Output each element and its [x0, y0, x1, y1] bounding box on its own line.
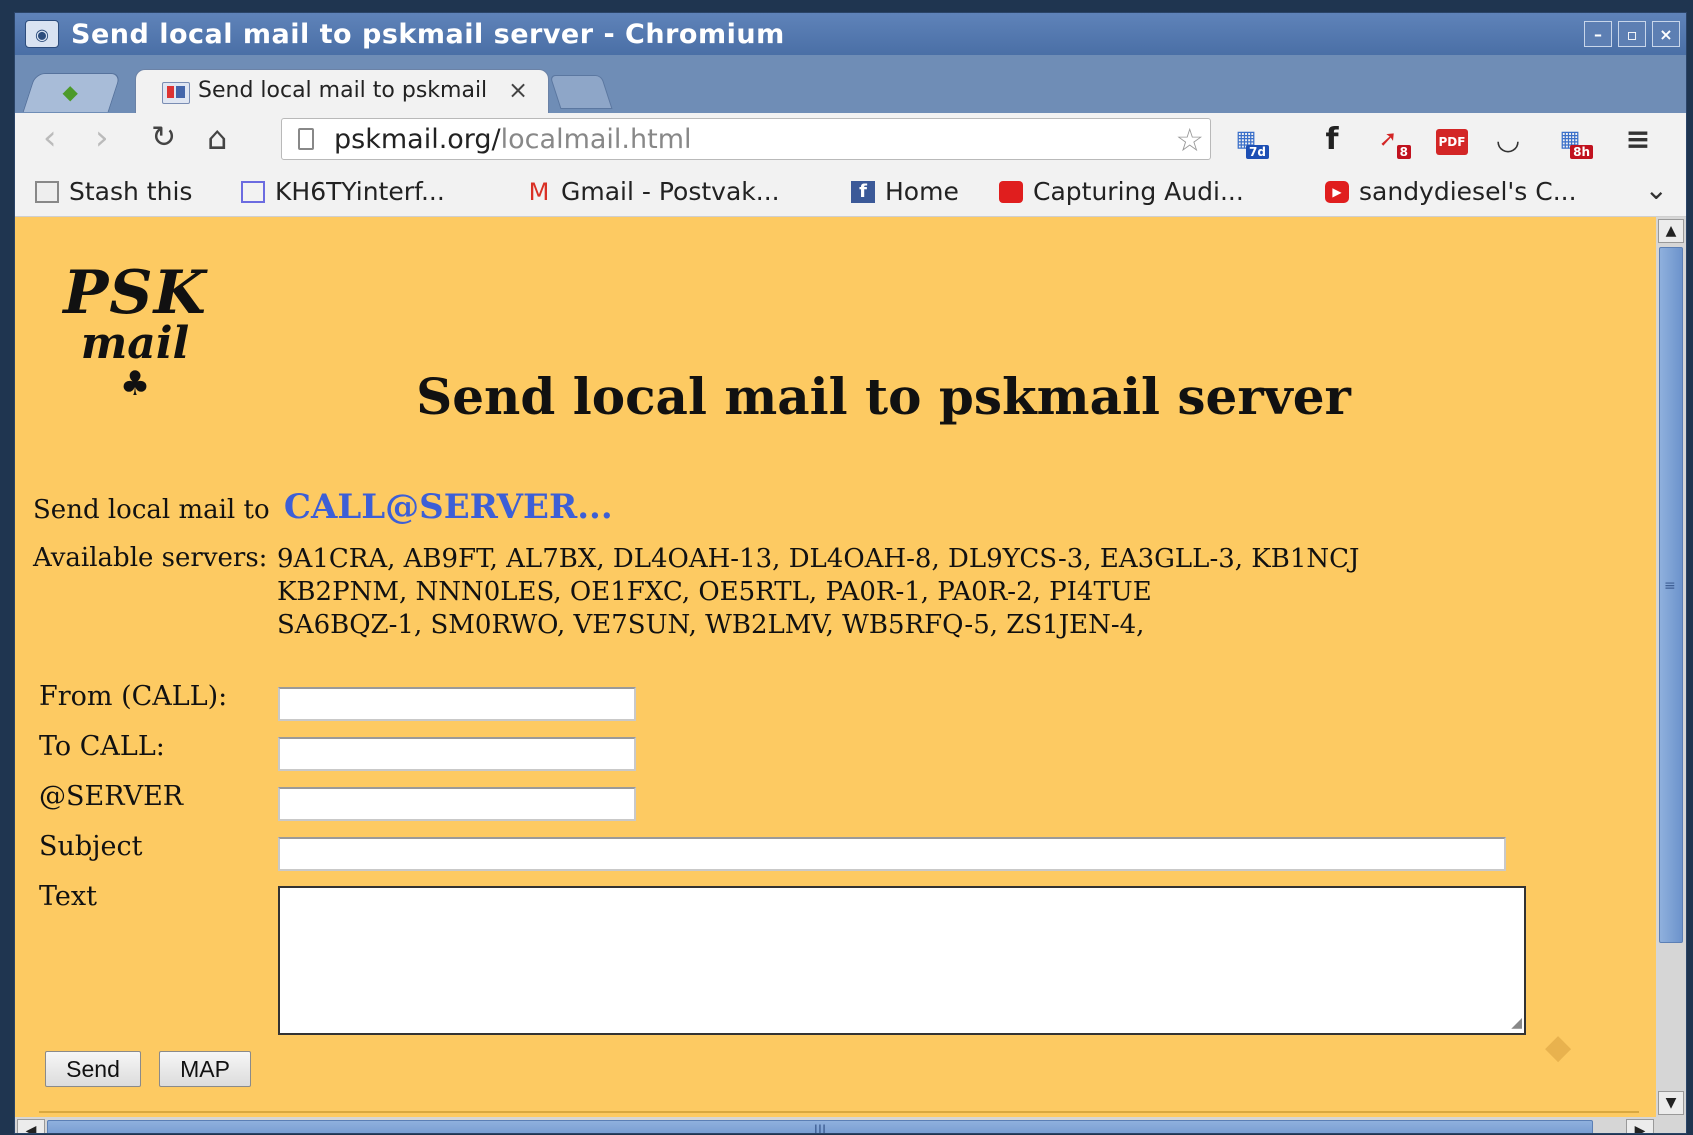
- bookmark-star-icon[interactable]: ☆: [1175, 121, 1204, 159]
- tab-pinned[interactable]: ◆: [22, 73, 122, 112]
- calendar-ext-icon-2[interactable]: ▦ 8h: [1551, 121, 1593, 159]
- youtube-icon: ▶: [1325, 180, 1349, 203]
- page-title: Send local mail to pskmail server: [416, 367, 1351, 426]
- window-title: Send local mail to pskmail server - Chro…: [71, 18, 785, 50]
- divider: [39, 1111, 1639, 1113]
- send-to-line: Send local mail to CALL@SERVER...: [33, 487, 613, 527]
- calendar-ext-icon[interactable]: ▦ 7d: [1227, 121, 1269, 159]
- facebook-small-icon: f: [851, 180, 875, 203]
- gmail-icon: M: [528, 177, 550, 206]
- bookmark-home[interactable]: f Home: [851, 177, 959, 206]
- scroll-right-icon[interactable]: ▶: [1626, 1119, 1654, 1133]
- message-textarea[interactable]: ◢: [278, 886, 1526, 1035]
- close-window-button[interactable]: ×: [1652, 21, 1680, 47]
- tab-close-icon[interactable]: ×: [508, 76, 528, 104]
- servers-line: SA6BQZ-1, SM0RWO, VE7SUN, WB2LMV, WB5RFQ…: [277, 610, 1145, 640]
- vertical-scrollbar[interactable]: ▲ ≡ ▼: [1656, 217, 1686, 1117]
- page-info-icon[interactable]: [298, 128, 314, 150]
- to-call-input[interactable]: [278, 737, 636, 771]
- tab-label: Send local mail to pskmail: [198, 78, 488, 103]
- scroll-up-icon[interactable]: ▲: [1658, 219, 1684, 243]
- subject-input[interactable]: [278, 837, 1506, 871]
- text-label: Text: [39, 881, 97, 912]
- horizontal-scrollbar[interactable]: ◀ III ▶: [15, 1117, 1656, 1133]
- address-bar[interactable]: pskmail.org/localmail.html ☆: [281, 118, 1211, 160]
- servers-list: 9A1CRA, AB9FT, AL7BX, DL4OAH-13, DL4OAH-…: [277, 543, 1359, 642]
- bookmark-gmail[interactable]: M Gmail - Postvak...: [527, 177, 780, 206]
- bookmarks-overflow-chevron-icon[interactable]: ⌄: [1645, 173, 1668, 206]
- chromium-app-icon: ◉: [25, 20, 59, 48]
- from-label: From (CALL):: [39, 681, 228, 712]
- menu-icon[interactable]: ≡: [1619, 121, 1657, 159]
- tab-active[interactable]: Send local mail to pskmail ×: [135, 69, 549, 114]
- send-button[interactable]: Send: [45, 1051, 141, 1087]
- window-controls: – ▫ ×: [1584, 21, 1680, 47]
- forward-button[interactable]: ›: [95, 121, 109, 155]
- page-favicon-icon: [162, 82, 190, 104]
- bookmark-capturing-audio[interactable]: Capturing Audi...: [999, 177, 1244, 206]
- notify-ext-icon[interactable]: ➚ 8: [1369, 121, 1411, 159]
- bookmarks-bar: Stash this KH6TYinterf... M Gmail - Post…: [15, 167, 1686, 217]
- bookmark-stash-this[interactable]: Stash this: [35, 177, 192, 206]
- back-button[interactable]: ‹: [43, 121, 57, 155]
- browser-window: ◉ Send local mail to pskmail server - Ch…: [14, 12, 1687, 1134]
- scroll-down-icon[interactable]: ▼: [1658, 1091, 1684, 1115]
- subject-label: Subject: [39, 831, 143, 862]
- minimize-button[interactable]: –: [1584, 21, 1612, 47]
- browser-toolbar: ‹ › ↻ ⌂ pskmail.org/localmail.html ☆ ▦ 7d…: [15, 113, 1686, 167]
- pocket-icon[interactable]: ◡: [1489, 121, 1527, 159]
- new-tab-button[interactable]: [549, 75, 613, 109]
- oracle-icon: [999, 180, 1023, 203]
- server-label: @SERVER: [39, 781, 184, 812]
- feedly-watermark-icon: ◆: [1545, 1027, 1572, 1067]
- resize-grip-icon[interactable]: ◢: [1511, 1015, 1522, 1031]
- facebook-icon[interactable]: f: [1313, 121, 1351, 159]
- scroll-corner: [1656, 1117, 1686, 1133]
- pdf-icon[interactable]: PDF: [1433, 121, 1471, 159]
- scroll-left-icon[interactable]: ◀: [17, 1119, 45, 1133]
- call-server-link[interactable]: CALL@SERVER...: [284, 487, 613, 527]
- page-frame-icon: [241, 180, 265, 203]
- home-button[interactable]: ⌂: [207, 121, 227, 155]
- map-button[interactable]: MAP: [159, 1051, 251, 1087]
- feedly-icon: ◆: [62, 80, 78, 104]
- server-input[interactable]: [278, 787, 636, 821]
- document-icon: [35, 180, 59, 203]
- reload-button[interactable]: ↻: [151, 121, 176, 155]
- maximize-button[interactable]: ▫: [1618, 21, 1646, 47]
- servers-line: 9A1CRA, AB9FT, AL7BX, DL4OAH-13, DL4OAH-…: [277, 544, 1360, 574]
- servers-label: Available servers:: [33, 543, 268, 573]
- page-content: PSK mail ♣ Send local mail to pskmail se…: [15, 217, 1656, 1117]
- title-bar: ◉ Send local mail to pskmail server - Ch…: [15, 13, 1686, 55]
- url-text[interactable]: pskmail.org/localmail.html: [334, 124, 692, 155]
- bookmark-sandydiesel[interactable]: ▶ sandydiesel's C...: [1325, 177, 1577, 206]
- send-to-label: Send local mail to: [33, 495, 270, 525]
- tab-strip: ◆ Send local mail to pskmail ×: [15, 55, 1686, 114]
- from-call-input[interactable]: [278, 687, 636, 721]
- servers-line: KB2PNM, NNN0LES, OE1FXC, OE5RTL, PA0R-1,…: [277, 577, 1152, 607]
- to-call-label: To CALL:: [39, 731, 165, 762]
- vertical-scroll-thumb[interactable]: ≡: [1659, 247, 1683, 943]
- bookmark-kh6ty[interactable]: KH6TYinterf...: [241, 177, 445, 206]
- horizontal-scroll-thumb[interactable]: III: [47, 1120, 1593, 1133]
